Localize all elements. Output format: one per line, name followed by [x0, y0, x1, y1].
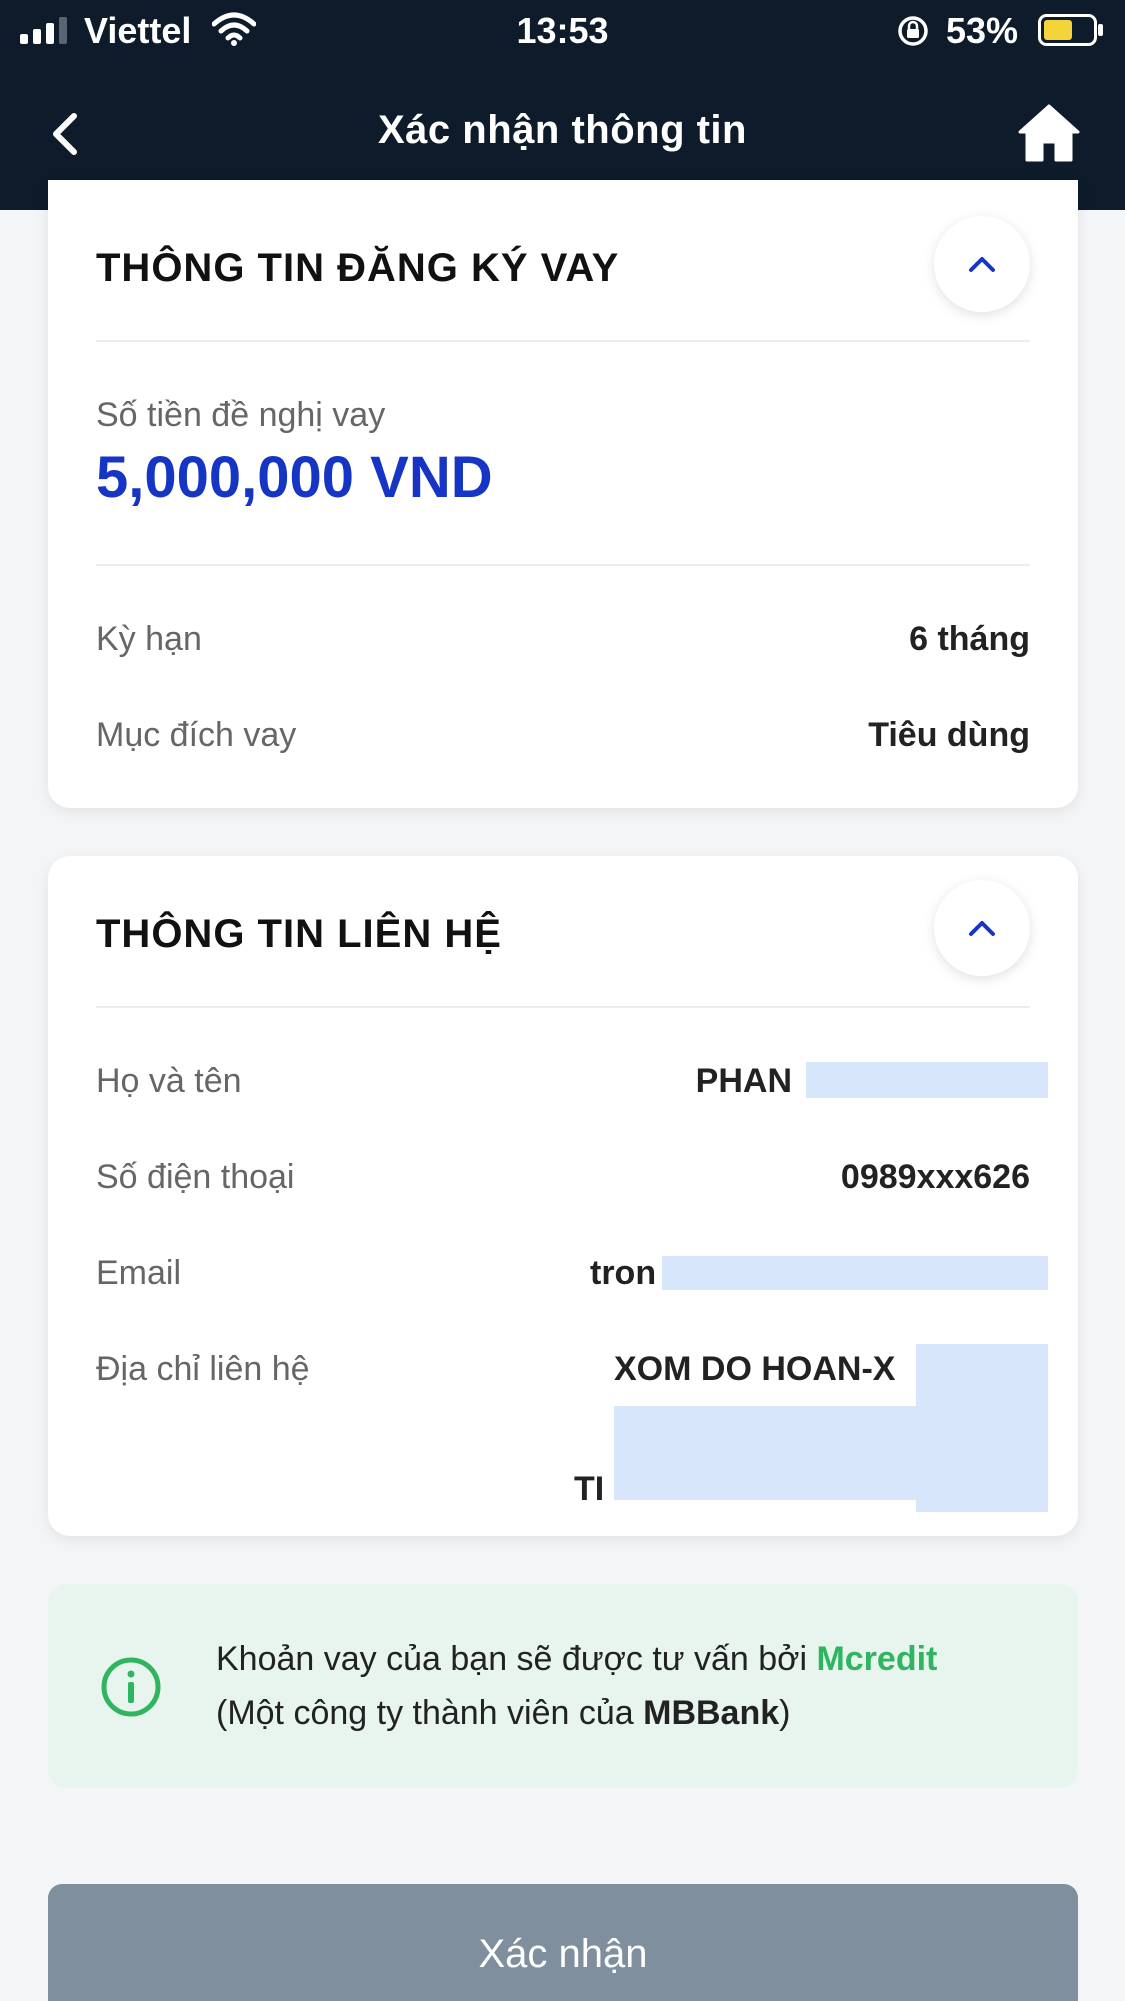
- amount-value: 5,000,000 VND: [96, 445, 493, 510]
- chevron-up-icon: [969, 257, 995, 272]
- name-value: PHAN: [695, 1062, 792, 1100]
- address-line-3: TI: [574, 1470, 605, 1508]
- info-text-line-1: Khoản vay của bạn sẽ được tư vấn bởi Mcr…: [216, 1640, 937, 1679]
- page-title: Xác nhận thông tin: [378, 108, 747, 152]
- divider: [96, 340, 1030, 342]
- info-icon: [101, 1657, 161, 1717]
- chevron-up-icon: [969, 921, 995, 936]
- loan-info-card: THÔNG TIN ĐĂNG KÝ VAY Số tiền đề nghị va…: [48, 180, 1078, 808]
- loan-section-title: THÔNG TIN ĐĂNG KÝ VAY: [96, 246, 620, 290]
- home-icon: [1018, 104, 1080, 162]
- purpose-value: Tiêu dùng: [868, 716, 1030, 754]
- contact-info-card: THÔNG TIN LIÊN HỆ Họ và tên PHAN Số điện…: [48, 856, 1078, 1536]
- confirm-button[interactable]: Xác nhận: [48, 1884, 1078, 2001]
- address-label: Địa chỉ liên hệ: [96, 1350, 310, 1388]
- purpose-label: Mục đích vay: [96, 716, 297, 754]
- info-text-suffix: ): [779, 1694, 791, 1732]
- redaction-box: [806, 1062, 1048, 1098]
- loan-collapse-button[interactable]: [934, 216, 1030, 312]
- status-bar: Viettel 13:53 53%: [0, 0, 1125, 62]
- redaction-box: [662, 1256, 1048, 1290]
- home-button[interactable]: [1016, 100, 1082, 166]
- term-value: 6 tháng: [909, 620, 1030, 658]
- email-label: Email: [96, 1254, 182, 1292]
- name-label: Họ và tên: [96, 1062, 242, 1100]
- redaction-box: [614, 1406, 918, 1500]
- phone-label: Số điện thoại: [96, 1158, 295, 1196]
- battery-icon: [1038, 14, 1103, 46]
- divider: [96, 1006, 1030, 1008]
- term-label: Kỳ hạn: [96, 620, 202, 658]
- email-value: tron: [590, 1254, 657, 1292]
- redaction-box: [916, 1344, 1048, 1512]
- phone-value: 0989xxx626: [840, 1158, 1030, 1196]
- divider: [96, 564, 1030, 566]
- info-notice: Khoản vay của bạn sẽ được tư vấn bởi Mcr…: [48, 1584, 1078, 1788]
- info-text-line-2: (Một công ty thành viên của MBBank): [216, 1694, 790, 1733]
- amount-label: Số tiền đề nghị vay: [96, 396, 386, 434]
- contact-section-title: THÔNG TIN LIÊN HỆ: [96, 912, 502, 956]
- mbbank-brand: MBBank: [643, 1694, 780, 1732]
- battery-percent: 53%: [946, 10, 1019, 51]
- info-text-prefix: Khoản vay của bạn sẽ được tư vấn bởi: [216, 1640, 817, 1678]
- rotation-lock-icon: [898, 16, 928, 46]
- contact-collapse-button[interactable]: [934, 880, 1030, 976]
- info-text-prefix-2: (Một công ty thành viên của: [216, 1694, 644, 1732]
- mcredit-brand: Mcredit: [816, 1640, 938, 1678]
- address-line-1: XOM DO HOAN-X: [614, 1350, 896, 1388]
